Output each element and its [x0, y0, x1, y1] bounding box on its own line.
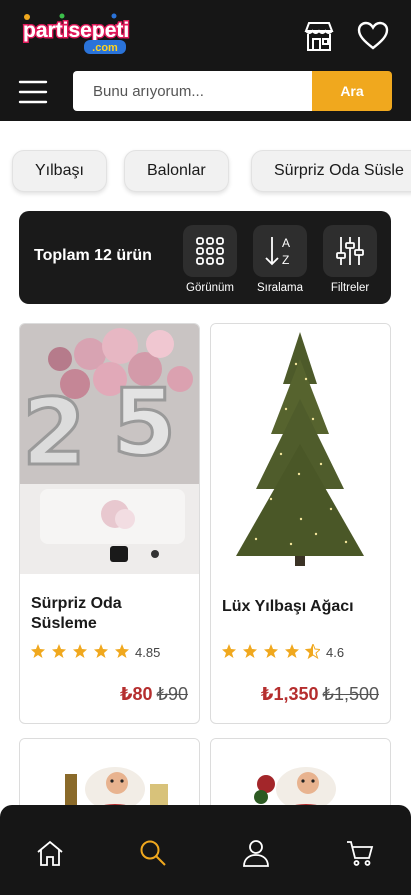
star-rating-icon	[31, 644, 129, 658]
chip-surpriz-oda[interactable]: Sürpriz Oda Süsle	[251, 150, 411, 192]
product-card[interactable]: 2 5 Sürpriz Oda Süsleme 4.85 ₺80 ₺90	[19, 323, 200, 724]
cart-icon	[347, 841, 374, 866]
svg-text:5: 5	[112, 369, 176, 476]
partisepeti-logo[interactable]: partisepeti partisepeti .com	[22, 13, 140, 57]
svg-text:2: 2	[22, 379, 86, 486]
store-icon[interactable]	[302, 19, 336, 53]
product-card[interactable]: Lüx Yılbaşı Ağacı 4.6 ₺1,350 ₺1,500	[210, 323, 391, 724]
total-count: Toplam 12 ürün	[34, 247, 152, 264]
filter-button[interactable]: Filtreler	[322, 225, 378, 294]
rating-value: 4.6	[326, 644, 345, 660]
bottom-navigation	[0, 805, 411, 895]
product-name: Sürpriz Oda Süsleme	[31, 594, 122, 634]
view-toggle-button[interactable]: Görünüm	[182, 225, 238, 294]
logo-text-fill: partisepeti	[23, 19, 129, 42]
sort-az-icon: A Z	[265, 236, 290, 267]
chip-yilbasi[interactable]: Yılbaşı	[12, 150, 107, 192]
sort-label: Sıralama	[256, 282, 304, 294]
header: partisepeti partisepeti .com Ara	[0, 0, 411, 121]
listing-toolbar: Toplam 12 ürün Görünüm A Z Sıralama Filt…	[19, 211, 391, 304]
svg-text:A: A	[282, 236, 290, 250]
heart-icon[interactable]	[356, 19, 390, 53]
search-icon	[140, 840, 166, 866]
svg-text:Z: Z	[282, 253, 289, 267]
product-rating: 4.6	[222, 644, 344, 660]
chip-balonlar[interactable]: Balonlar	[124, 150, 229, 192]
page: { "header": { "logo_text": "partisepeti"…	[0, 0, 411, 895]
filter-label: Filtreler	[330, 282, 370, 294]
product-prices: ₺1,350 ₺1,500	[261, 684, 379, 705]
balloons-25-image: 2 5	[20, 324, 199, 574]
product-name: Lüx Yılbaşı Ağacı	[222, 597, 354, 617]
christmas-tree-image	[211, 324, 390, 574]
star-rating-icon	[222, 644, 320, 660]
product-name-line1: Lüx Yılbaşı Ağacı	[222, 598, 354, 615]
search-input[interactable]	[73, 71, 312, 111]
hamburger-icon[interactable]	[18, 79, 48, 105]
sale-price: ₺1,350	[260, 684, 319, 704]
grid-icon	[196, 237, 224, 265]
nav-cart[interactable]	[340, 833, 380, 873]
user-icon	[243, 840, 269, 867]
product-prices: ₺80 ₺90	[120, 684, 188, 705]
view-label: Görünüm	[186, 282, 234, 294]
search-button[interactable]: Ara	[312, 71, 392, 111]
logo-sub-text: .com	[92, 42, 118, 54]
nav-home[interactable]	[30, 833, 70, 873]
rating-value: 4.85	[135, 644, 161, 660]
nav-search[interactable]	[133, 833, 173, 873]
original-price: ₺90	[156, 684, 188, 704]
search-bar: Ara	[73, 71, 392, 111]
nav-account[interactable]	[236, 833, 276, 873]
sale-price: ₺80	[119, 684, 153, 704]
original-price: ₺1,500	[322, 684, 380, 704]
sliders-icon	[336, 237, 364, 265]
product-rating: 4.85	[31, 644, 160, 660]
product-name-line1: Sürpriz Oda	[31, 595, 122, 612]
sort-button[interactable]: A Z Sıralama	[252, 225, 308, 294]
product-name-line2: Süsleme	[31, 615, 97, 632]
home-icon	[37, 840, 63, 866]
